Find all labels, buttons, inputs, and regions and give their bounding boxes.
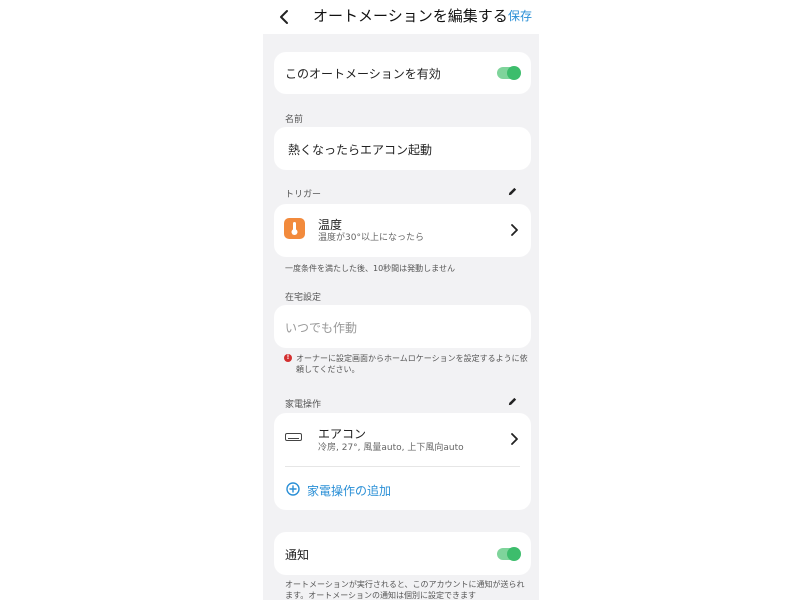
trigger-note: 一度条件を満たした後、10秒間は発動しません (285, 264, 455, 273)
pencil-icon[interactable] (507, 396, 518, 407)
page-title: オートメーションを編集する (313, 7, 508, 25)
chevron-right-icon[interactable] (509, 224, 519, 236)
presence-section-label: 在宅設定 (285, 293, 322, 303)
pencil-icon[interactable] (507, 186, 518, 197)
notify-note: オートメーションが実行されると、このアカウントに通知が送られます。オートメーショ… (285, 580, 525, 600)
thermometer-icon (284, 218, 305, 239)
enable-label: このオートメーションを有効 (285, 67, 441, 81)
notify-label: 通知 (285, 548, 310, 562)
trigger-card[interactable] (274, 204, 531, 257)
enable-toggle[interactable] (497, 66, 521, 80)
presence-value[interactable]: いつでも作動 (285, 319, 357, 336)
add-appliance-button[interactable]: 家電操作の追加 (307, 482, 391, 499)
chevron-right-icon[interactable] (509, 433, 519, 445)
save-button[interactable]: 保存 (508, 8, 532, 24)
chevron-left-icon[interactable] (275, 8, 293, 26)
trigger-section-label: トリガー (285, 190, 322, 200)
plus-circle-icon[interactable] (286, 482, 300, 496)
exclamation-circle-icon: ! (284, 354, 292, 362)
name-section-label: 名前 (285, 115, 304, 125)
trigger-subtitle: 温度が30°以上になったら (318, 233, 424, 243)
appliance-section-label: 家電操作 (285, 400, 322, 410)
notify-toggle[interactable] (497, 547, 521, 561)
air-conditioner-icon (285, 433, 302, 441)
appliance-title[interactable]: エアコン (318, 425, 366, 442)
trigger-title: 温度 (318, 218, 343, 232)
notify-card (274, 532, 531, 575)
presence-warning: オーナーに設定画面からホームロケーションを設定するように依頼してください。 (296, 354, 528, 374)
divider (285, 466, 520, 467)
appliance-subtitle: 冷房, 27°, 風量auto, 上下風向auto (318, 443, 464, 453)
name-field[interactable]: 熱くなったらエアコン起動 (288, 141, 432, 158)
